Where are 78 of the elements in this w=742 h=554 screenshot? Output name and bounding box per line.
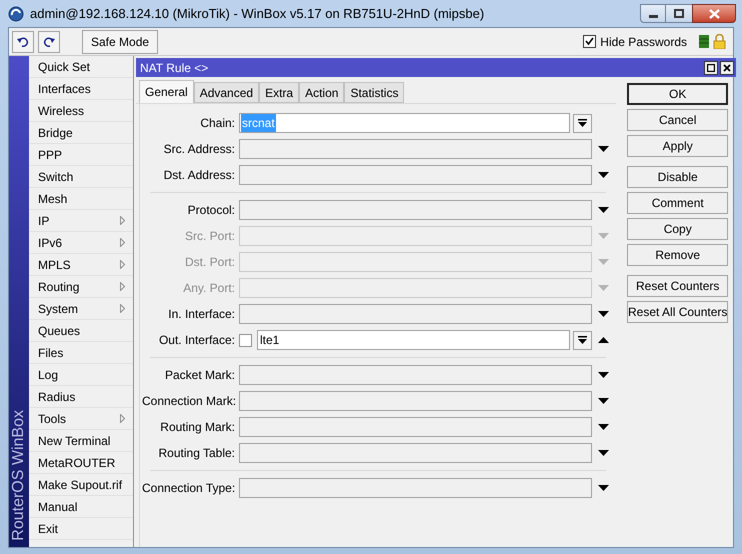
field-label: Src. Port: xyxy=(184,228,236,245)
undo-icon xyxy=(17,36,29,46)
input-field[interactable] xyxy=(239,391,592,411)
field-label: Protocol: xyxy=(186,202,236,219)
field-label: Routing Table: xyxy=(158,445,236,462)
dialog-button[interactable]: OK xyxy=(627,83,728,105)
field-label: Any. Port: xyxy=(182,280,236,297)
undo-button[interactable] xyxy=(12,30,34,52)
minimize-icon xyxy=(648,15,658,18)
tab[interactable]: Advanced xyxy=(194,82,260,103)
collapse-arrow-icon[interactable] xyxy=(598,337,608,343)
expand-arrow-icon[interactable] xyxy=(598,172,608,178)
redo-icon xyxy=(43,36,55,46)
expand-arrow-icon[interactable] xyxy=(598,424,608,430)
input-field[interactable] xyxy=(239,304,592,324)
close-icon xyxy=(723,64,732,72)
field-value: lte1 xyxy=(259,332,280,349)
expand-arrow-icon[interactable] xyxy=(598,450,608,456)
dropdown-button[interactable] xyxy=(573,114,592,132)
input-field[interactable] xyxy=(239,139,592,159)
dialog-title: NAT Rule <> xyxy=(140,60,210,76)
brand-text: RouterOS WinBox xyxy=(9,410,28,541)
input-field[interactable] xyxy=(239,200,592,220)
input-field[interactable] xyxy=(239,478,592,498)
field-label: Routing Mark: xyxy=(159,419,236,436)
dialog-button[interactable]: Reset Counters xyxy=(627,275,728,297)
window-title: admin@192.168.124.10 (MikroTik) - WinBox v5.17 on RB751U-2HnD (mipsbe) xyxy=(30,4,486,23)
input-field[interactable] xyxy=(239,417,592,437)
field-value: srcnat xyxy=(241,114,276,132)
maximize-icon xyxy=(674,9,684,18)
maximize-button[interactable] xyxy=(704,60,718,74)
tab[interactable]: Statistics xyxy=(344,82,404,103)
maximize-icon xyxy=(707,64,716,72)
dialog-button[interactable]: Reset All Counters xyxy=(627,301,728,323)
input-field[interactable] xyxy=(239,365,592,385)
field-label: Dst. Address: xyxy=(162,167,236,184)
expand-arrow-icon[interactable] xyxy=(598,372,608,378)
expand-arrow-icon[interactable] xyxy=(598,146,608,152)
field-label: Dst. Port: xyxy=(184,254,236,271)
field-label: Connection Mark: xyxy=(142,393,238,410)
hide-passwords-label: Hide Passwords xyxy=(600,34,687,50)
redo-button[interactable] xyxy=(38,30,60,52)
expand-arrow-icon[interactable] xyxy=(598,311,608,317)
tab[interactable]: Extra xyxy=(259,82,300,103)
minimize-button[interactable] xyxy=(640,4,666,23)
field-label: Out. Interface: xyxy=(158,332,236,349)
close-button[interactable] xyxy=(692,4,736,23)
dialog-button[interactable]: Remove xyxy=(627,244,728,266)
dialog-button[interactable]: Comment xyxy=(627,192,728,214)
status-indicator-icon xyxy=(699,35,709,48)
expand-arrow-icon[interactable] xyxy=(598,398,608,404)
hide-passwords-checkbox[interactable] xyxy=(583,35,596,48)
tab[interactable]: General xyxy=(139,80,194,103)
field-label: In. Interface: xyxy=(167,306,236,323)
field-label: Src. Address: xyxy=(162,141,236,158)
tab[interactable]: Action xyxy=(299,82,344,103)
dialog-button[interactable]: Cancel xyxy=(627,109,728,131)
lock-icon xyxy=(713,34,726,49)
dropdown-icon xyxy=(578,118,587,128)
maximize-button[interactable] xyxy=(666,4,692,23)
field-label: Connection Type: xyxy=(142,480,236,497)
close-button[interactable] xyxy=(720,60,734,74)
combo-field[interactable]: lte1 xyxy=(257,330,570,350)
dialog-button[interactable]: Disable xyxy=(627,166,728,188)
dialog-button[interactable]: Copy xyxy=(627,218,728,240)
input-field[interactable] xyxy=(239,443,592,463)
safe-mode-button[interactable]: Safe Mode xyxy=(82,30,158,54)
expand-arrow-icon[interactable] xyxy=(598,207,608,213)
input-field[interactable] xyxy=(239,165,592,185)
field-label: Packet Mark: xyxy=(164,367,236,384)
dropdown-button[interactable] xyxy=(573,330,592,350)
expand-arrow-icon[interactable] xyxy=(598,485,608,491)
field-label: Chain: xyxy=(199,115,236,132)
close-icon xyxy=(708,8,720,18)
app-logo-icon xyxy=(8,6,24,22)
dialog-button[interactable]: Apply xyxy=(627,135,728,157)
negate-checkbox[interactable] xyxy=(239,334,252,346)
dropdown-icon xyxy=(578,336,587,344)
